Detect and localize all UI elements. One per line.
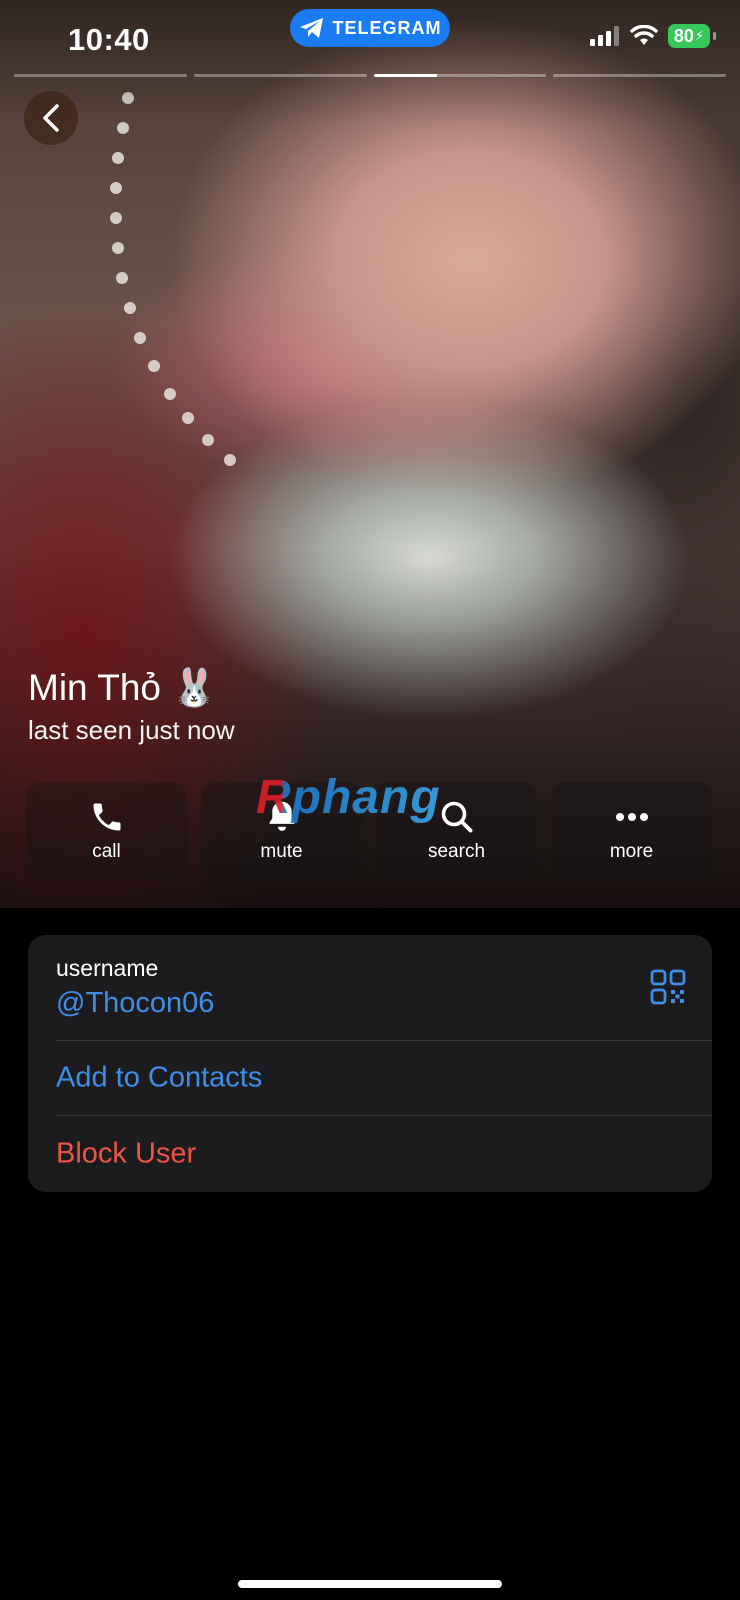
more-dots-icon [615, 813, 648, 821]
home-indicator[interactable] [238, 1580, 502, 1588]
call-label: call [92, 841, 121, 862]
story-progress [14, 74, 726, 77]
status-icons: 80 ⚡ [590, 24, 716, 48]
back-button[interactable] [24, 91, 78, 145]
profile-photo[interactable] [0, 0, 740, 908]
profile-name: Min Thỏ 🐰 [28, 667, 218, 708]
username-label: username [56, 955, 159, 981]
more-button[interactable]: more [551, 782, 712, 880]
username-row[interactable]: username @Thocon06 [56, 935, 712, 1041]
search-label: search [427, 841, 486, 862]
add-to-contacts-row[interactable]: Add to Contacts [56, 1040, 712, 1116]
photo-shade [0, 0, 740, 908]
story-segment [14, 74, 187, 77]
phone-icon [93, 803, 120, 831]
story-segment-active [373, 74, 547, 77]
app-label: TELEGRAM [332, 17, 442, 38]
story-segment [193, 74, 367, 77]
battery-level: 80 [673, 25, 694, 46]
story-segment [553, 74, 726, 77]
telegram-back-pill[interactable]: TELEGRAM [290, 9, 450, 47]
qr-code-icon[interactable] [650, 969, 686, 1005]
telegram-icon [299, 18, 323, 38]
block-user-button[interactable]: Block User [56, 1138, 196, 1171]
action-bar: call mute search more [26, 782, 740, 880]
call-button[interactable]: call [26, 782, 187, 880]
last-seen-status: last seen just now [28, 715, 235, 745]
chevron-left-icon [43, 104, 59, 132]
charging-icon: ⚡ [694, 28, 705, 43]
signal-icon [590, 26, 619, 46]
search-button[interactable]: search [376, 782, 537, 880]
more-label: more [609, 841, 654, 862]
search-icon [441, 801, 472, 833]
add-to-contacts-button[interactable]: Add to Contacts [56, 1061, 262, 1094]
profile-info-card: username @Thocon06 Add to Contacts Block… [28, 935, 712, 1192]
mute-label: mute [260, 841, 303, 862]
battery-icon: 80 ⚡ [668, 24, 716, 48]
bell-icon [269, 801, 294, 831]
status-time: 10:40 [68, 22, 150, 57]
mute-button[interactable]: mute [201, 782, 362, 880]
block-user-row[interactable]: Block User [56, 1116, 712, 1192]
username-value[interactable]: @Thocon06 [56, 987, 214, 1020]
wifi-icon [630, 25, 658, 45]
